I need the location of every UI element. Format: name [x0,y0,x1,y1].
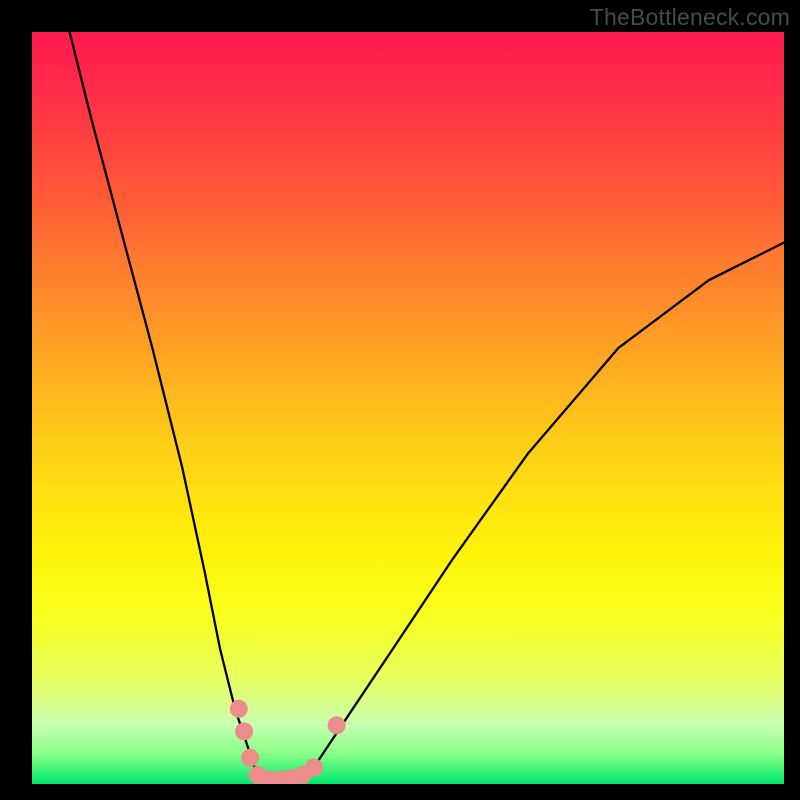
marker-point [235,722,253,740]
chart-frame: TheBottleneck.com [0,0,800,800]
series-bottleneck-curve [70,32,784,784]
chart-svg [0,0,800,800]
marker-point [305,759,323,777]
marker-point [328,716,346,734]
marker-point [241,749,259,767]
marker-point [230,700,248,718]
watermark-text: TheBottleneck.com [590,4,790,31]
